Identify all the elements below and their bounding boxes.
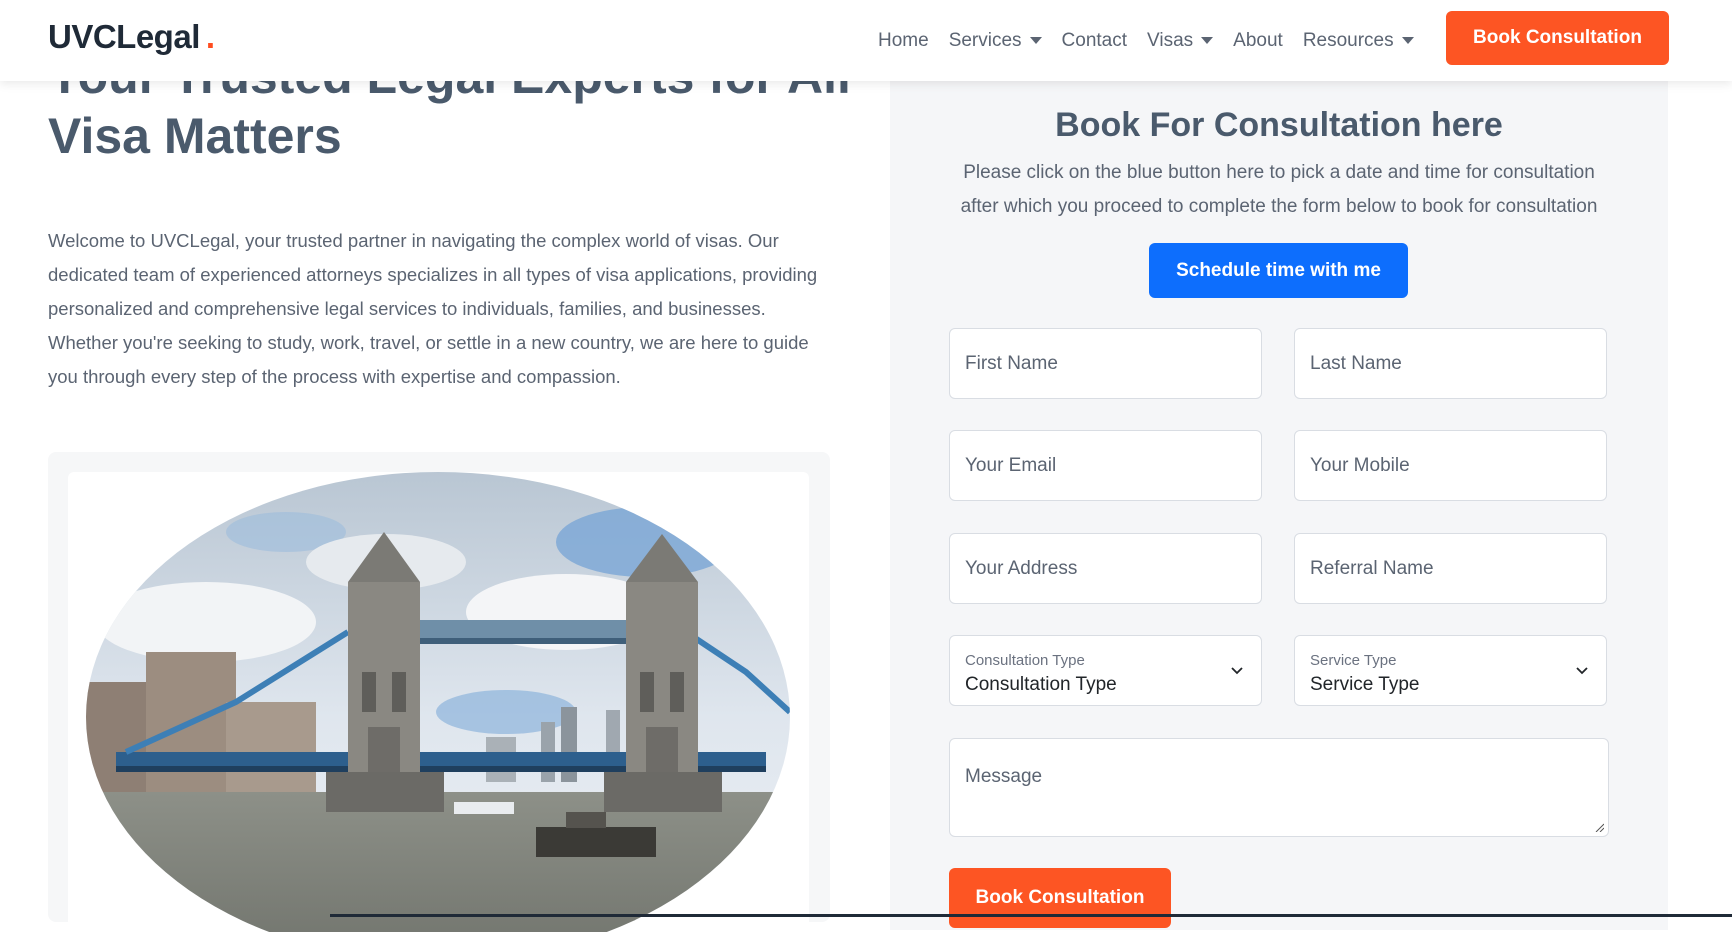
nav-services[interactable]: Services	[939, 30, 1052, 52]
service-type-select[interactable]: Service Type Service Type	[1294, 635, 1607, 706]
mobile-field[interactable]	[1294, 430, 1607, 501]
caret-down-icon	[1029, 37, 1042, 44]
brand-name: UVCLegal	[48, 18, 200, 55]
nav-about-label: About	[1233, 29, 1283, 51]
hero-title-line2: Visa Matters	[48, 108, 342, 164]
nav-contact[interactable]: Contact	[1052, 30, 1137, 52]
brand-logo[interactable]: UVCLegal .	[48, 18, 215, 56]
hero-intro-text: Welcome to UVCLegal, your trusted partne…	[48, 230, 818, 387]
chevron-down-icon	[1576, 667, 1588, 675]
nav-resources[interactable]: Resources	[1293, 30, 1424, 52]
caret-down-icon	[1201, 37, 1214, 44]
message-textarea[interactable]: Message	[949, 738, 1609, 837]
referral-name-field[interactable]	[1294, 533, 1607, 604]
nav-home[interactable]: Home	[868, 30, 939, 52]
booking-title: Book For Consultation here	[1055, 106, 1503, 144]
consultation-type-label: Consultation Type	[965, 652, 1085, 669]
nav-visas[interactable]: Visas	[1137, 30, 1223, 52]
image-card	[48, 452, 830, 932]
nav-resources-label: Resources	[1302, 29, 1394, 51]
address-field[interactable]	[949, 533, 1262, 604]
nav-services-label: Services	[948, 29, 1022, 51]
resize-handle-icon[interactable]	[1594, 822, 1604, 832]
site-header: UVCLegal . Home Services Contact Visas A…	[0, 0, 1732, 81]
nav-home-label: Home	[878, 29, 929, 51]
nav-contact-label: Contact	[1061, 29, 1128, 51]
book-consultation-submit-button[interactable]: Book Consultation	[949, 868, 1171, 928]
book-consultation-button[interactable]: Book Consultation	[1446, 11, 1669, 65]
service-type-value: Service Type	[1310, 674, 1420, 695]
message-placeholder: Message	[965, 766, 1043, 787]
consultation-type-select[interactable]: Consultation Type Consultation Type	[949, 635, 1262, 706]
nav-visas-label: Visas	[1147, 29, 1194, 51]
schedule-time-button[interactable]: Schedule time with me	[1149, 243, 1408, 298]
image-frame	[68, 472, 809, 932]
caret-down-icon	[1401, 37, 1414, 44]
email-field[interactable]	[949, 430, 1262, 501]
main-nav: Home Services Contact Visas About Resour…	[868, 0, 1424, 81]
last-name-field[interactable]	[1294, 328, 1607, 399]
first-name-field[interactable]	[949, 328, 1262, 399]
nav-about[interactable]: About	[1223, 30, 1293, 52]
booking-description: Please click on the blue button here to …	[960, 162, 1598, 217]
brand-dot: .	[205, 18, 215, 55]
consultation-type-value: Consultation Type	[965, 674, 1117, 695]
service-type-label: Service Type	[1310, 652, 1397, 669]
chevron-down-icon	[1231, 667, 1243, 675]
tower-bridge-image	[86, 472, 790, 932]
